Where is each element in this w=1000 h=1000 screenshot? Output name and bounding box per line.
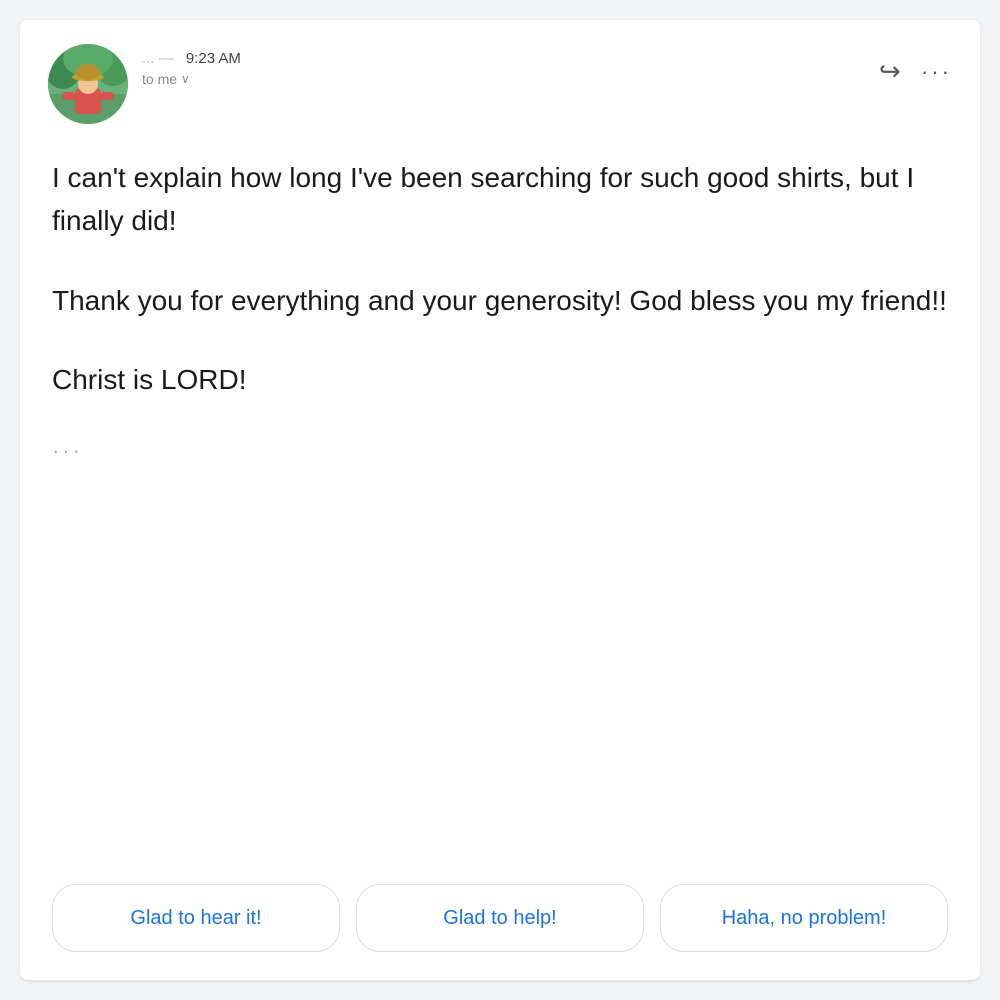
quick-reply-glad-to-help[interactable]: Glad to help! bbox=[356, 884, 644, 952]
email-paragraph-3: Christ is LORD! bbox=[52, 358, 948, 401]
timestamp: 9:23 AM bbox=[186, 50, 241, 67]
sender-name-row: ... — 9:23 AM bbox=[142, 50, 241, 67]
email-body: I can't explain how long I've been searc… bbox=[48, 156, 952, 884]
chevron-down-icon: ∨ bbox=[181, 72, 190, 86]
avatar-image bbox=[48, 44, 128, 124]
header-actions: ↩ ··· bbox=[879, 44, 952, 87]
reply-icon[interactable]: ↩ bbox=[879, 56, 901, 87]
to-me-text: to me bbox=[142, 71, 177, 87]
quick-replies-container: Glad to hear it! Glad to help! Haha, no … bbox=[48, 884, 952, 952]
email-paragraph-1: I can't explain how long I've been searc… bbox=[52, 156, 948, 243]
quick-reply-haha-no-problem[interactable]: Haha, no problem! bbox=[660, 884, 948, 952]
email-card: ... — 9:23 AM to me ∨ ↩ ··· I can't expl… bbox=[20, 20, 980, 980]
email-more-ellipsis[interactable]: ··· bbox=[52, 438, 948, 464]
to-me-label[interactable]: to me ∨ bbox=[142, 71, 241, 87]
sender-info: ... — 9:23 AM to me ∨ bbox=[142, 44, 241, 87]
more-options-icon[interactable]: ··· bbox=[921, 59, 952, 85]
email-text-3: Christ is LORD! bbox=[52, 358, 948, 401]
email-paragraph-2: Thank you for everything and your genero… bbox=[52, 279, 948, 322]
email-text-2: Thank you for everything and your genero… bbox=[52, 279, 948, 322]
avatar bbox=[48, 44, 128, 124]
header-left: ... — 9:23 AM to me ∨ bbox=[48, 44, 241, 124]
sender-name: ... — bbox=[142, 50, 178, 67]
quick-reply-glad-to-hear[interactable]: Glad to hear it! bbox=[52, 884, 340, 952]
email-header: ... — 9:23 AM to me ∨ ↩ ··· bbox=[48, 44, 952, 124]
email-text-1: I can't explain how long I've been searc… bbox=[52, 156, 948, 243]
